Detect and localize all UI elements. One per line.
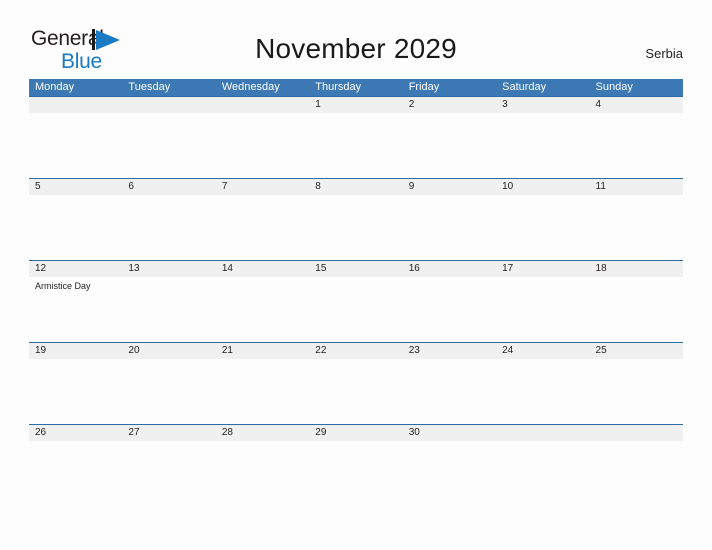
- calendar-week-row: 12 13 14 15 16 17 18 Armistice Day: [29, 260, 683, 342]
- date-number[interactable]: 21: [216, 343, 309, 359]
- date-number[interactable]: 7: [216, 179, 309, 195]
- day-cell[interactable]: [403, 441, 496, 506]
- week-event-band: [29, 113, 683, 178]
- date-number[interactable]: [496, 425, 589, 441]
- day-cell[interactable]: [309, 195, 402, 260]
- day-cell[interactable]: [496, 113, 589, 178]
- week-date-band: 1 2 3 4: [29, 96, 683, 113]
- day-cell[interactable]: [590, 113, 683, 178]
- page-title: November 2029: [255, 33, 457, 64]
- day-of-week-tuesday: Tuesday: [128, 81, 171, 93]
- day-cell[interactable]: [496, 195, 589, 260]
- day-cell[interactable]: Armistice Day: [29, 277, 122, 342]
- date-number[interactable]: 5: [29, 179, 122, 195]
- date-number[interactable]: 26: [29, 425, 122, 441]
- day-cell[interactable]: [122, 441, 215, 506]
- day-cell[interactable]: [403, 277, 496, 342]
- date-number[interactable]: 22: [309, 343, 402, 359]
- date-number[interactable]: [29, 97, 122, 113]
- day-of-week-friday: Friday: [408, 81, 440, 93]
- date-number[interactable]: 27: [122, 425, 215, 441]
- calendar-grid: Monday Tuesday Wednesday Thursday Friday…: [29, 79, 683, 506]
- day-cell[interactable]: [122, 195, 215, 260]
- day-cell[interactable]: [309, 113, 402, 178]
- date-number[interactable]: [216, 97, 309, 113]
- date-number[interactable]: 24: [496, 343, 589, 359]
- date-number[interactable]: 12: [29, 261, 122, 277]
- day-cell[interactable]: [122, 359, 215, 424]
- day-cell[interactable]: [122, 113, 215, 178]
- date-number[interactable]: 20: [122, 343, 215, 359]
- date-number[interactable]: [590, 425, 683, 441]
- date-number[interactable]: 17: [496, 261, 589, 277]
- week-date-band: 5 6 7 8 9 10 11: [29, 178, 683, 195]
- day-cell[interactable]: [309, 441, 402, 506]
- day-cell[interactable]: [590, 277, 683, 342]
- day-of-week-header-row: Monday Tuesday Wednesday Thursday Friday…: [29, 79, 683, 96]
- date-number[interactable]: 6: [122, 179, 215, 195]
- week-event-band: [29, 195, 683, 260]
- day-cell[interactable]: [216, 277, 309, 342]
- day-cell[interactable]: [29, 113, 122, 178]
- day-cell[interactable]: [403, 113, 496, 178]
- day-cell[interactable]: [29, 195, 122, 260]
- date-number[interactable]: 28: [216, 425, 309, 441]
- day-cell[interactable]: [122, 277, 215, 342]
- calendar-week-row: 26 27 28 29 30: [29, 424, 683, 506]
- day-cell[interactable]: [309, 277, 402, 342]
- week-event-band: [29, 441, 683, 506]
- day-cell[interactable]: [403, 195, 496, 260]
- date-number[interactable]: 30: [403, 425, 496, 441]
- day-cell[interactable]: [496, 441, 589, 506]
- calendar-week-row: 1 2 3 4: [29, 96, 683, 178]
- holiday-label: Armistice Day: [35, 281, 91, 291]
- date-number[interactable]: 29: [309, 425, 402, 441]
- day-cell[interactable]: [590, 195, 683, 260]
- calendar-week-row: 19 20 21 22 23 24 25: [29, 342, 683, 424]
- date-number[interactable]: 1: [309, 97, 402, 113]
- date-number[interactable]: 2: [403, 97, 496, 113]
- day-cell[interactable]: [216, 195, 309, 260]
- date-number[interactable]: 15: [309, 261, 402, 277]
- date-number[interactable]: 9: [403, 179, 496, 195]
- date-number[interactable]: 4: [590, 97, 683, 113]
- day-of-week-saturday: Saturday: [502, 81, 547, 93]
- date-number[interactable]: 8: [309, 179, 402, 195]
- day-cell[interactable]: [496, 277, 589, 342]
- date-number[interactable]: 14: [216, 261, 309, 277]
- day-cell[interactable]: [29, 359, 122, 424]
- date-number[interactable]: 16: [403, 261, 496, 277]
- day-cell[interactable]: [403, 359, 496, 424]
- date-number[interactable]: 18: [590, 261, 683, 277]
- date-number[interactable]: 13: [122, 261, 215, 277]
- day-cell[interactable]: [590, 359, 683, 424]
- day-cell[interactable]: [590, 441, 683, 506]
- day-of-week-sunday: Sunday: [595, 81, 633, 93]
- day-cell[interactable]: [29, 441, 122, 506]
- week-date-band: 26 27 28 29 30: [29, 424, 683, 441]
- day-of-week-thursday: Thursday: [315, 81, 362, 93]
- date-number[interactable]: 25: [590, 343, 683, 359]
- day-cell[interactable]: [216, 359, 309, 424]
- day-cell[interactable]: [216, 441, 309, 506]
- week-date-band: 12 13 14 15 16 17 18: [29, 260, 683, 277]
- week-event-band: [29, 359, 683, 424]
- day-cell[interactable]: [496, 359, 589, 424]
- day-of-week-monday: Monday: [35, 81, 75, 93]
- date-number[interactable]: 11: [590, 179, 683, 195]
- date-number[interactable]: 23: [403, 343, 496, 359]
- date-number[interactable]: 3: [496, 97, 589, 113]
- week-event-band: Armistice Day: [29, 277, 683, 342]
- calendar-week-row: 5 6 7 8 9 10 11: [29, 178, 683, 260]
- week-date-band: 19 20 21 22 23 24 25: [29, 342, 683, 359]
- day-cell[interactable]: [216, 113, 309, 178]
- date-number[interactable]: 10: [496, 179, 589, 195]
- date-number[interactable]: 19: [29, 343, 122, 359]
- date-number[interactable]: [122, 97, 215, 113]
- country-label: Serbia: [645, 46, 683, 61]
- day-of-week-wednesday: Wednesday: [221, 81, 280, 93]
- day-cell[interactable]: [309, 359, 402, 424]
- page-header: General Blue November 2029 Serbia: [0, 0, 712, 76]
